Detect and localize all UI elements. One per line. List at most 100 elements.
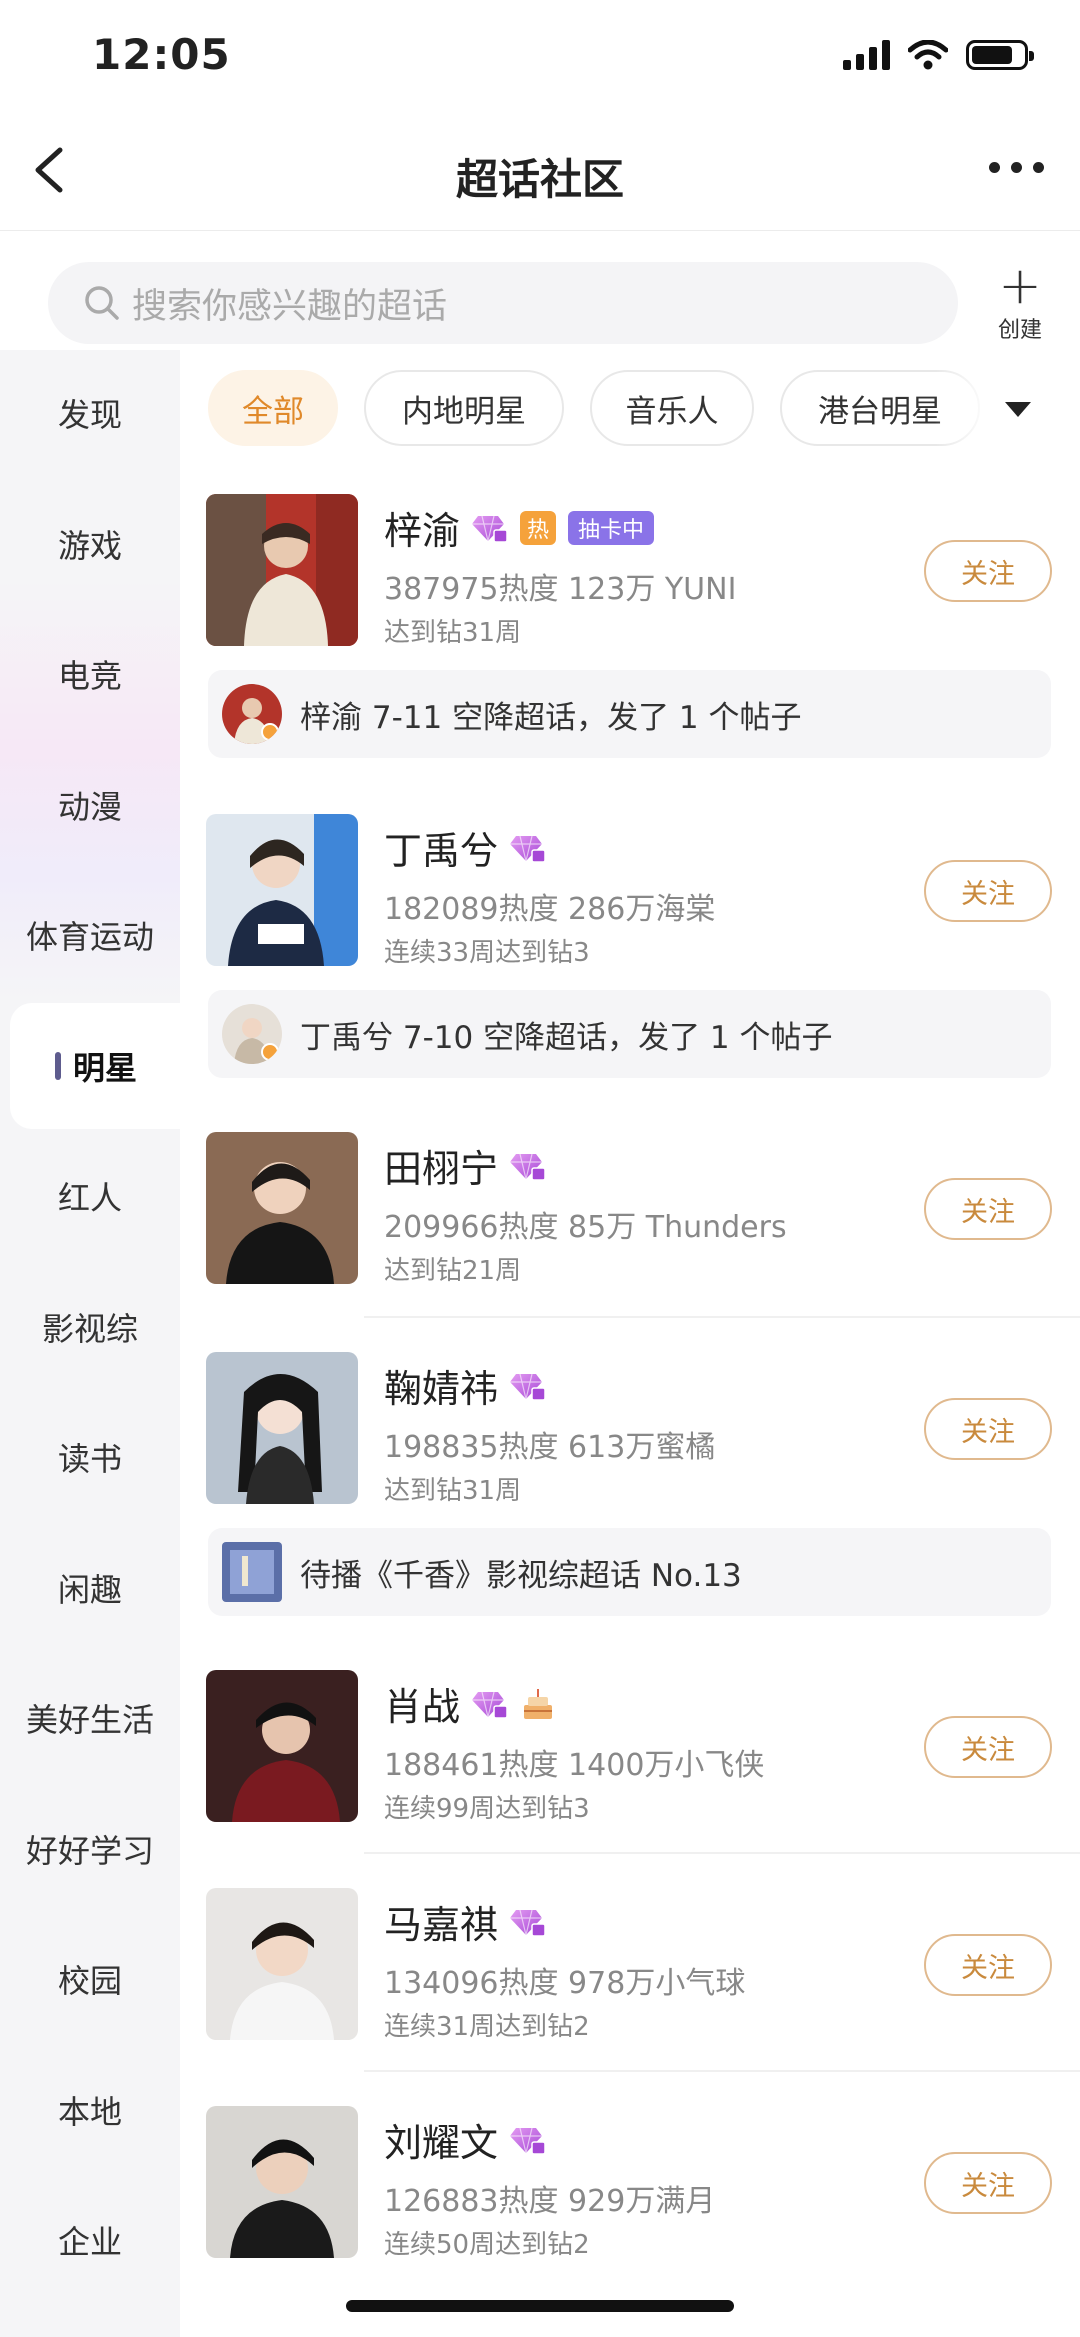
sidebar-item-discover[interactable]: 发现: [0, 350, 180, 476]
avatar: [206, 1352, 358, 1504]
diamond-streak: 连续99周达到钻3: [384, 1794, 590, 1824]
sidebar-item-reading[interactable]: 读书: [0, 1394, 180, 1520]
sidebar-item-stars[interactable]: 明星: [10, 1003, 182, 1129]
heat-stats: 387975热度 123万 YUNI: [384, 572, 737, 607]
battery-icon: [966, 40, 1034, 70]
active-indicator: [54, 1052, 61, 1080]
page-title: 超话社区: [455, 155, 624, 204]
avatar: [206, 2106, 358, 2258]
diamond-streak: 达到钻31周: [384, 1476, 522, 1506]
activity-notice[interactable]: 待播《千香》影视综超话 No.13: [208, 1528, 1051, 1616]
category-sidebar: 发现 游戏 电竞 动漫 体育运动 明星 红人 影视综 读书 闲趣 美好生活 好好…: [0, 350, 182, 2337]
star-name-row: 肖战: [384, 1676, 556, 1731]
chip-all[interactable]: 全部: [208, 370, 338, 446]
star-name-row: 梓渝 热 抽卡中: [384, 500, 655, 555]
avatar: [206, 1132, 358, 1284]
divider: [364, 1316, 1080, 1318]
diamond-level-icon: [472, 513, 508, 543]
list-item[interactable]: 肖战 188461热度 1400万小飞侠 连续99周达到钻3 关注: [180, 1668, 1080, 1858]
notice-text: 待播《千香》影视综超话 No.13: [300, 1557, 742, 1594]
notice-thumbnail: [222, 1542, 282, 1602]
star-name: 梓渝: [384, 509, 461, 553]
create-label: 创建: [997, 318, 1042, 343]
list-item[interactable]: 鞠婧祎 198835热度 613万蜜橘 达到钻31周 关注 待播《千香》影视综超…: [180, 1348, 1080, 1638]
more-icon[interactable]: [989, 162, 1044, 173]
card-draw-badge: 抽卡中: [568, 510, 655, 545]
diamond-level-icon: [510, 1151, 546, 1181]
diamond-streak: 达到钻21周: [384, 1256, 522, 1286]
status-icons: [843, 40, 1034, 70]
list-item[interactable]: 梓渝 热 抽卡中 387975热度 123万 YUNI 达到钻31周 关注 梓渝…: [180, 488, 1080, 778]
sidebar-item-leisure[interactable]: 闲趣: [0, 1525, 180, 1651]
sidebar-item-campus[interactable]: 校园: [0, 1916, 180, 2042]
activity-notice[interactable]: 丁禹兮 7-10 空降超话，发了 1 个帖子: [208, 990, 1051, 1078]
diamond-streak: 连续33周达到钻3: [384, 938, 590, 968]
divider: [364, 1852, 1080, 1854]
plus-icon: +: [998, 256, 1042, 316]
diamond-streak: 连续31周达到钻2: [384, 2012, 590, 2042]
follow-button[interactable]: 关注: [924, 1934, 1052, 1996]
sidebar-item-good-life[interactable]: 美好生活: [0, 1655, 180, 1781]
heat-stats: 188461热度 1400万小飞侠: [384, 1748, 765, 1783]
star-name-row: 刘耀文: [384, 2112, 546, 2167]
star-name-row: 丁禹兮: [384, 820, 546, 875]
wifi-icon: [908, 40, 948, 70]
heat-stats: 126883热度 929万满月: [384, 2184, 716, 2219]
star-name: 肖战: [384, 1685, 461, 1729]
status-bar: 12:05: [0, 0, 1080, 110]
list-item[interactable]: 丁禹兮 182089热度 286万海棠 连续33周达到钻3 关注 丁禹兮 7-1…: [180, 810, 1080, 1100]
notice-text: 梓渝 7-11 空降超话，发了 1 个帖子: [300, 699, 802, 736]
list-item[interactable]: 田栩宁 209966热度 85万 Thunders 达到钻21周 关注: [180, 1130, 1080, 1320]
chip-musicians[interactable]: 音乐人: [590, 370, 754, 446]
avatar: [206, 494, 358, 646]
sidebar-item-sports[interactable]: 体育运动: [0, 872, 180, 998]
follow-button[interactable]: 关注: [924, 2152, 1052, 2214]
birthday-cake-icon: [524, 1688, 553, 1719]
sidebar-item-influencers[interactable]: 红人: [0, 1133, 180, 1259]
sidebar-item-study[interactable]: 好好学习: [0, 1786, 180, 1912]
activity-notice[interactable]: 梓渝 7-11 空降超话，发了 1 个帖子: [208, 670, 1051, 758]
follow-button[interactable]: 关注: [924, 1398, 1052, 1460]
sidebar-item-local[interactable]: 本地: [0, 2047, 180, 2173]
navigation-bar: 超话社区: [0, 110, 1080, 231]
hot-badge: 热: [520, 510, 557, 545]
sidebar-item-esports[interactable]: 电竞: [0, 611, 180, 737]
follow-button[interactable]: 关注: [924, 1716, 1052, 1778]
avatar: [206, 1670, 358, 1822]
star-name: 马嘉祺: [384, 1903, 499, 1947]
divider: [364, 2070, 1080, 2072]
diamond-level-icon: [510, 833, 546, 863]
avatar: [206, 814, 358, 966]
notice-text: 丁禹兮 7-10 空降超话，发了 1 个帖子: [300, 1019, 833, 1056]
follow-button[interactable]: 关注: [924, 540, 1052, 602]
sidebar-item-film-tv[interactable]: 影视综: [0, 1264, 180, 1390]
follow-button[interactable]: 关注: [924, 1178, 1052, 1240]
create-button[interactable]: + 创建: [980, 256, 1060, 344]
star-name: 丁禹兮: [384, 829, 499, 873]
search-placeholder: 搜索你感兴趣的超话: [132, 286, 448, 327]
diamond-level-icon: [510, 2125, 546, 2155]
diamond-streak: 连续50周达到钻2: [384, 2230, 590, 2260]
sidebar-item-anime[interactable]: 动漫: [0, 742, 180, 868]
avatar: [206, 1888, 358, 2040]
diamond-level-icon: [510, 1371, 546, 1401]
list-item[interactable]: 刘耀文 126883热度 929万满月 连续50周达到钻2 关注: [180, 2104, 1080, 2294]
star-name-row: 鞠婧祎: [384, 1358, 546, 1413]
star-name: 鞠婧祎: [384, 1367, 499, 1411]
notice-avatar: [222, 684, 282, 744]
status-time: 12:05: [92, 30, 231, 79]
chevron-down-icon[interactable]: [1005, 402, 1031, 417]
sidebar-item-business[interactable]: 企业: [0, 2177, 180, 2303]
heat-stats: 182089热度 286万海棠: [384, 892, 716, 927]
star-name-row: 田栩宁: [384, 1138, 546, 1193]
chip-mainland-stars[interactable]: 内地明星: [364, 370, 564, 446]
heat-stats: 134096热度 978万小气球: [384, 1966, 746, 2001]
star-name: 田栩宁: [384, 1147, 499, 1191]
follow-button[interactable]: 关注: [924, 860, 1052, 922]
heat-stats: 198835热度 613万蜜橘: [384, 1430, 716, 1465]
search-input[interactable]: 搜索你感兴趣的超话: [48, 262, 958, 344]
heat-stats: 209966热度 85万 Thunders: [384, 1210, 787, 1245]
star-name-row: 马嘉祺: [384, 1894, 546, 1949]
sidebar-item-games[interactable]: 游戏: [0, 481, 180, 607]
list-item[interactable]: 马嘉祺 134096热度 978万小气球 连续31周达到钻2 关注: [180, 1886, 1080, 2076]
